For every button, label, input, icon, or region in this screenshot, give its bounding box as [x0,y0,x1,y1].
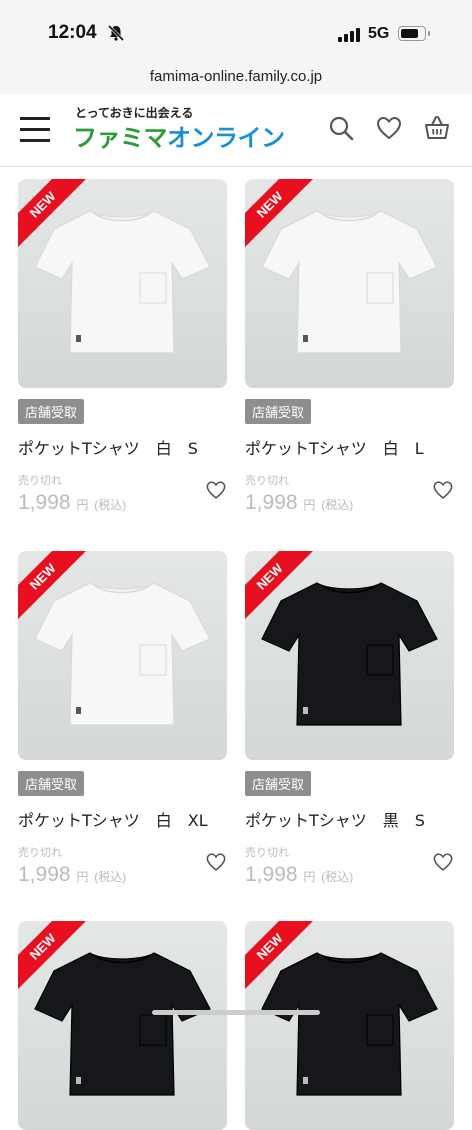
search-icon[interactable] [327,114,355,142]
favorite-heart-icon[interactable] [205,479,227,501]
sold-out-label: 売り切れ [18,846,62,859]
new-ribbon-badge: NEW [18,921,88,991]
new-ribbon-badge: NEW [18,551,88,621]
sold-out-label: 売り切れ [245,846,289,859]
product-image[interactable]: NEW [18,921,227,1130]
cart-basket-icon[interactable] [423,114,451,142]
logo-text-famima: ファミマ [73,124,168,152]
muted-bell-icon [107,24,125,42]
product-image[interactable]: NEW [245,551,454,760]
favorite-heart-icon[interactable] [205,851,227,873]
new-ribbon-badge: NEW [245,551,315,621]
product-image[interactable]: NEW [245,179,454,388]
sold-out-label: 売り切れ [245,474,289,487]
battery-icon [398,26,430,41]
product-name[interactable]: ポケットTシャツ 白 XL [18,807,227,831]
new-ribbon-badge: NEW [245,921,315,991]
status-bar: 12:04 5G [0,0,472,66]
favorite-heart-icon[interactable] [432,479,454,501]
site-logo[interactable]: ファミマオンライン [73,118,285,153]
product-name[interactable]: ポケットTシャツ 黒 S [245,807,454,831]
new-ribbon-badge: NEW [245,179,315,249]
product-card[interactable]: NEW [18,921,227,1130]
store-pickup-badge: 店舗受取 [245,771,312,796]
product-name[interactable]: ポケットTシャツ 白 L [245,435,454,459]
url-text: famima-online.family.co.jp [149,68,323,85]
product-card[interactable]: NEW 店舗受取 ポケットTシャツ 白 L 売り切れ 1,998 円 (税込) [245,179,454,515]
product-image[interactable]: NEW [18,179,227,388]
hamburger-menu-icon[interactable] [20,116,50,142]
store-pickup-badge: 店舗受取 [18,399,85,424]
new-ribbon-badge: NEW [18,179,88,249]
favorites-heart-icon[interactable] [375,114,403,142]
address-bar[interactable]: famima-online.family.co.jp [0,66,472,94]
logo-text-online: オンライン [167,124,285,152]
cellular-signal-icon [338,26,360,42]
store-pickup-badge: 店舗受取 [18,771,85,796]
site-header: とっておきに出会える ファミマオンライン [0,94,472,167]
product-price: 1,998 円 (税込) [245,491,354,514]
product-image[interactable]: NEW [18,551,227,760]
product-price: 1,998 円 (税込) [245,863,354,886]
home-indicator [152,1010,320,1015]
product-card[interactable]: NEW 店舗受取 ポケットTシャツ 白 S 売り切れ 1,998 円 (税込) [18,179,227,515]
product-price: 1,998 円 (税込) [18,863,127,886]
product-card[interactable]: NEW [245,921,454,1130]
product-card[interactable]: NEW 店舗受取 ポケットTシャツ 黒 S 売り切れ 1,998 円 (税込) [245,551,454,887]
product-name[interactable]: ポケットTシャツ 白 S [18,435,227,459]
product-price: 1,998 円 (税込) [18,491,127,514]
sold-out-label: 売り切れ [18,474,62,487]
store-pickup-badge: 店舗受取 [245,399,312,424]
network-type: 5G [368,25,390,42]
status-time: 12:04 [48,22,97,43]
favorite-heart-icon[interactable] [432,851,454,873]
product-card[interactable]: NEW 店舗受取 ポケットTシャツ 白 XL 売り切れ 1,998 円 (税込) [18,551,227,887]
product-image[interactable]: NEW [245,921,454,1130]
